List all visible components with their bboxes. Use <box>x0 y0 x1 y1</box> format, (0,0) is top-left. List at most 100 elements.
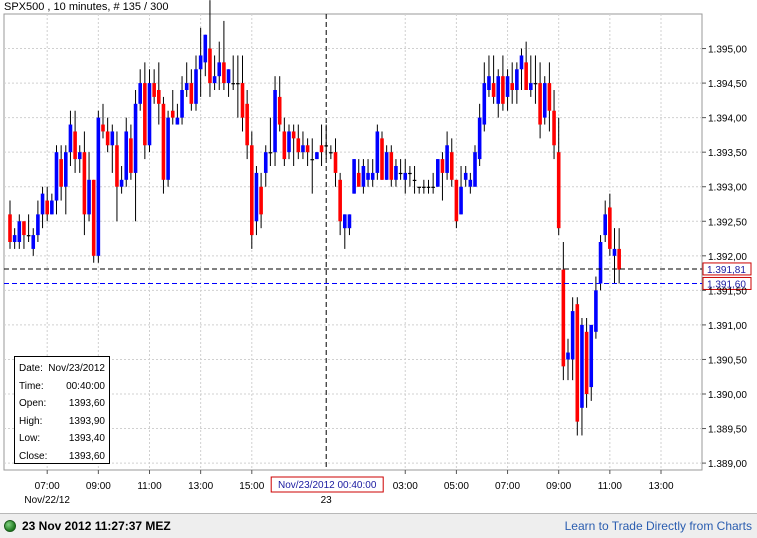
x-tick-label: 11:00 <box>598 481 623 492</box>
x-tick-label: 03:00 <box>393 481 418 492</box>
candle-body <box>463 172 468 180</box>
x-tick-label: 09:00 <box>546 481 571 492</box>
candle-body <box>203 34 208 63</box>
info-close-value: 1393,60 <box>68 450 105 462</box>
candle-body <box>82 152 87 215</box>
x-tick-label: 07:00 <box>35 481 60 492</box>
candle-body <box>408 172 412 175</box>
price-line-label: 1.391,81 <box>707 265 746 276</box>
candle-body <box>222 62 226 84</box>
candle-body <box>394 166 398 180</box>
candle-body <box>157 90 161 104</box>
info-row-open: Open: 1393,60 <box>19 395 105 413</box>
candle-body <box>133 103 138 173</box>
candle-body <box>556 152 561 229</box>
candle-body <box>468 179 473 187</box>
candle-body <box>236 83 240 85</box>
y-tick-label: 1.390,00 <box>708 390 747 401</box>
candle-body <box>22 221 26 236</box>
info-row-time: Time: 00:40:00 <box>19 378 105 396</box>
info-low-label: Low: <box>19 433 41 444</box>
info-open-value: 1393,60 <box>68 398 105 409</box>
x-tick-label: 05:00 <box>444 481 469 492</box>
y-tick-label: 1.389,50 <box>708 425 747 436</box>
candle-body <box>73 131 77 160</box>
candle-body <box>240 83 245 118</box>
candle-body <box>612 248 617 256</box>
y-tick-label: 1.393,00 <box>708 183 747 194</box>
info-time-label: Time: <box>19 380 44 392</box>
candle-body <box>36 214 40 236</box>
y-tick-label: 1.390,50 <box>708 355 747 366</box>
price-chart[interactable]: Nov/23/2012 00:40:001.391,811.391,60 1.3… <box>0 0 757 513</box>
candle-body <box>575 304 580 422</box>
candle-body <box>375 131 380 173</box>
candle-body <box>403 172 408 180</box>
candle-body <box>101 124 105 132</box>
candle-body <box>87 179 91 215</box>
candle-body <box>315 152 319 160</box>
candle-body <box>617 248 621 270</box>
candle-body <box>538 83 542 125</box>
candle-body <box>296 138 301 153</box>
candle-body <box>603 214 607 236</box>
candle-body <box>310 159 315 161</box>
candle-body <box>161 103 166 180</box>
candle-body <box>180 90 184 118</box>
info-row-close: Close: 1393,60 <box>19 448 105 466</box>
candle-body <box>417 186 421 188</box>
candle-body <box>259 186 263 215</box>
candle-body <box>598 242 603 284</box>
candle-body <box>580 324 584 408</box>
candle-body <box>431 186 435 188</box>
candle-body <box>343 214 347 229</box>
candle-body <box>440 159 445 173</box>
candle-body <box>426 186 431 188</box>
y-tick-label: 1.392,00 <box>708 252 747 263</box>
y-tick-label: 1.391,00 <box>708 321 747 332</box>
x-tick-label: 13:00 <box>648 481 673 492</box>
info-open-label: Open: <box>19 398 47 409</box>
candle-body <box>212 76 217 84</box>
candle-body <box>477 117 482 160</box>
candle-body <box>566 352 570 360</box>
candle-body <box>166 117 170 180</box>
y-tick-label: 1.394,50 <box>708 79 747 90</box>
candle-body <box>50 200 54 215</box>
info-row-low: Low: 1393,40 <box>19 430 105 448</box>
candle-body <box>515 69 519 90</box>
info-row-high: High: 1393,90 <box>19 413 105 431</box>
candle-body <box>129 138 133 173</box>
candle-body <box>356 172 361 187</box>
candle-body <box>189 83 194 104</box>
candle-body <box>510 83 514 90</box>
y-tick-label: 1.389,00 <box>708 459 747 470</box>
candle-body <box>170 110 175 118</box>
candle-body <box>119 179 124 187</box>
candle-body <box>305 145 310 153</box>
candle-body <box>370 172 375 180</box>
candle-body <box>287 131 291 153</box>
candle-body <box>198 55 203 70</box>
candle-body <box>152 83 156 97</box>
x-date-label: 23 <box>321 495 333 506</box>
candle-body <box>138 83 142 104</box>
candle-body <box>473 152 477 187</box>
candle-body <box>64 152 68 187</box>
candle-body <box>68 124 73 153</box>
candle-body <box>436 159 440 187</box>
candle-body <box>245 103 249 146</box>
candle-body <box>17 221 22 242</box>
candle-body <box>347 214 352 229</box>
candle-body <box>45 200 49 215</box>
candle-body <box>561 269 566 367</box>
candle-body <box>380 138 384 180</box>
candle-body <box>273 90 277 153</box>
candle-body <box>496 76 501 104</box>
x-date-label: Nov/22/12 <box>24 495 70 506</box>
learn-to-trade-link[interactable]: Learn to Trade Directly from Charts <box>565 519 752 533</box>
x-tick-label: 11:00 <box>137 481 162 492</box>
candle-body <box>570 311 575 360</box>
x-tick-label: 09:00 <box>86 481 111 492</box>
candle-body <box>519 55 524 70</box>
